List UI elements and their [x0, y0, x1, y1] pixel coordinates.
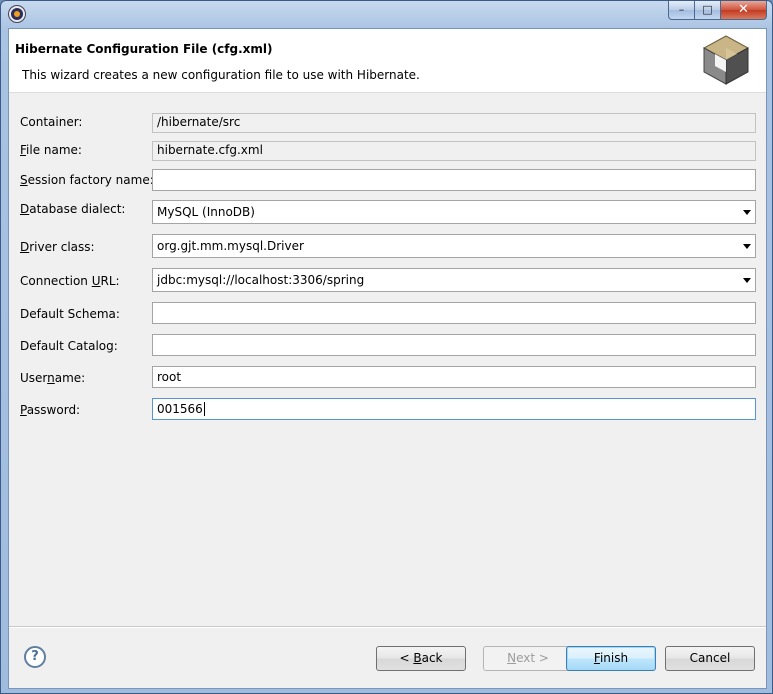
caption-buttons: – □ ✕	[668, 1, 767, 20]
connection-url-label: Connection URL:	[20, 274, 120, 288]
wizard-banner: Hibernate Configuration File (cfg.xml) T…	[9, 29, 766, 93]
file-name-field: hibernate.cfg.xml	[152, 141, 756, 161]
password-value: 001566	[157, 402, 203, 416]
session-factory-name-input[interactable]	[152, 169, 756, 191]
session-factory-name-label: Session factory name:	[20, 173, 154, 187]
password-input[interactable]: 001566	[152, 398, 756, 420]
default-schema-label: Default Schema:	[20, 307, 120, 321]
hibernate-logo-icon	[702, 35, 750, 85]
wizard-window: – □ ✕ Hibernate Configuration File (cfg.…	[0, 0, 773, 694]
page-title: Hibernate Configuration File (cfg.xml)	[15, 42, 273, 56]
close-button[interactable]: ✕	[721, 1, 767, 20]
default-catalog-label: Default Catalog:	[20, 339, 118, 353]
chevron-down-icon[interactable]	[743, 278, 751, 283]
driver-class-label-text: river class:	[29, 240, 95, 254]
database-dialect-value: MySQL (InnoDB)	[157, 205, 255, 219]
database-dialect-combo[interactable]: MySQL (InnoDB)	[152, 200, 756, 224]
file-name-label: File name:	[20, 143, 82, 157]
footer-separator	[9, 626, 766, 628]
container-field: /hibernate/src	[152, 113, 756, 133]
driver-class-label: Driver class:	[20, 240, 95, 254]
username-label-mnemonic: n	[47, 371, 55, 385]
username-input[interactable]: root	[152, 366, 756, 388]
chevron-down-icon[interactable]	[743, 244, 751, 249]
password-label-mnemonic: P	[20, 403, 27, 417]
username-label-text: ame:	[54, 371, 86, 385]
connection-url-label-text: RL:	[100, 274, 120, 288]
username-label: Username:	[20, 371, 85, 385]
chevron-down-icon[interactable]	[743, 210, 751, 215]
page-description: This wizard creates a new configuration …	[22, 68, 420, 82]
title-bar[interactable]: – □ ✕	[1, 1, 772, 27]
help-icon[interactable]: ?	[24, 646, 46, 668]
password-label-text: assword:	[26, 403, 81, 417]
driver-class-combo[interactable]: org.gjt.mm.mysql.Driver	[152, 234, 756, 258]
maximize-button[interactable]: □	[695, 1, 721, 20]
session-factory-label-text: ession factory name:	[27, 173, 154, 187]
connection-url-combo[interactable]: jdbc:mysql://localhost:3306/spring	[152, 268, 756, 292]
connection-url-value: jdbc:mysql://localhost:3306/spring	[157, 273, 365, 287]
back-button-text: ack	[421, 651, 443, 665]
next-button[interactable]: Next >	[483, 646, 573, 671]
default-schema-input[interactable]	[152, 302, 756, 324]
password-label: Password:	[20, 403, 80, 417]
driver-class-value: org.gjt.mm.mysql.Driver	[157, 239, 304, 253]
file-name-label-text: ile name:	[26, 143, 82, 157]
back-button-prefix: <	[399, 651, 414, 665]
database-dialect-label: Database dialect:	[20, 202, 125, 216]
driver-class-label-mnemonic: D	[20, 240, 30, 254]
session-factory-label-mnemonic: S	[20, 173, 28, 187]
cancel-button[interactable]: Cancel	[665, 646, 755, 671]
next-button-mnemonic: N	[507, 651, 517, 665]
database-dialect-label-mnemonic: D	[20, 202, 30, 216]
text-caret	[203, 402, 205, 416]
username-label-prefix: User	[20, 371, 48, 385]
connection-url-label-prefix: Connection	[20, 274, 92, 288]
finish-button[interactable]: Finish	[566, 646, 656, 671]
back-button-mnemonic: B	[413, 651, 422, 665]
next-button-text: ext >	[516, 651, 549, 665]
minimize-button[interactable]: –	[668, 1, 695, 20]
default-catalog-input[interactable]	[152, 334, 756, 356]
eclipse-app-icon[interactable]	[9, 6, 25, 22]
back-button[interactable]: < Back	[376, 646, 466, 671]
database-dialect-label-text: atabase dialect:	[29, 202, 126, 216]
connection-url-label-mnemonic: U	[91, 274, 101, 288]
dialog-client-area: Hibernate Configuration File (cfg.xml) T…	[8, 28, 767, 689]
finish-button-text: inish	[599, 651, 629, 665]
container-label: Container:	[20, 115, 83, 129]
